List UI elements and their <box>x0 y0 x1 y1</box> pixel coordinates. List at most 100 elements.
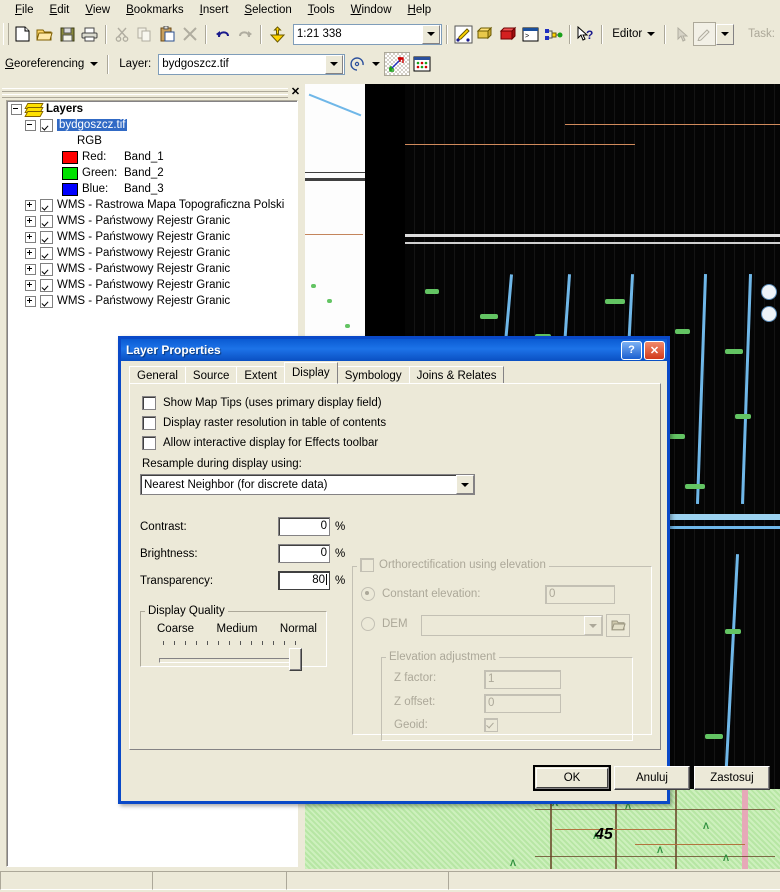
layer-visibility-checkbox[interactable] <box>40 214 53 228</box>
paste-icon[interactable] <box>156 23 179 45</box>
tree-item-bydgoszcz[interactable]: bydgoszcz.tif <box>7 117 297 133</box>
chevron-down-icon[interactable] <box>647 32 656 36</box>
tree-item-label: WMS - Państwowy Rejestr Granic <box>57 231 231 243</box>
display-quality-slider-track[interactable] <box>159 658 301 663</box>
menu-item-bookmarks[interactable]: Bookmarks <box>118 1 192 19</box>
new-document-icon[interactable] <box>11 23 34 45</box>
view-link-table-icon[interactable] <box>410 53 434 75</box>
display-quality-slider-thumb[interactable] <box>289 648 302 671</box>
layer-visibility-checkbox[interactable] <box>40 246 53 260</box>
tab-symbology[interactable]: Symbology <box>336 366 410 384</box>
expander-icon[interactable] <box>25 247 36 259</box>
layer-visibility-checkbox[interactable] <box>40 118 53 132</box>
undo-icon[interactable] <box>211 23 234 45</box>
transparency-input[interactable]: 80 <box>278 571 330 590</box>
checkbox-allow-interactive-display[interactable]: Allow interactive display for Effects to… <box>142 436 522 450</box>
expander-icon[interactable] <box>11 103 22 115</box>
layer-visibility-checkbox[interactable] <box>40 262 53 276</box>
chevron-down-icon[interactable] <box>421 24 440 44</box>
map-highway <box>742 789 748 871</box>
editor-menu-button[interactable]: Editor <box>607 24 660 44</box>
chevron-down-icon[interactable] <box>325 54 344 74</box>
expander-icon[interactable] <box>25 199 36 211</box>
brightness-input[interactable]: 0 <box>278 544 330 563</box>
tab-general[interactable]: General <box>129 366 186 384</box>
layer-visibility-checkbox[interactable] <box>40 198 53 212</box>
layer-visibility-checkbox[interactable] <box>40 230 53 244</box>
chevron-down-icon[interactable] <box>456 475 474 494</box>
save-icon[interactable] <box>56 23 79 45</box>
checkbox-box[interactable] <box>142 396 156 410</box>
expander-icon[interactable] <box>25 263 36 275</box>
menu-item-view[interactable]: View <box>77 1 118 19</box>
checkbox-display-raster-resolution[interactable]: Display raster resolution in table of co… <box>142 416 522 430</box>
tab-display[interactable]: Display <box>283 362 338 384</box>
map-toolbar-icon[interactable] <box>475 23 498 45</box>
editor-toolbar-icon[interactable] <box>452 23 475 45</box>
tree-item-layers[interactable]: Layers <box>7 101 297 117</box>
layer-visibility-checkbox[interactable] <box>40 278 53 292</box>
resample-method-value[interactable]: Nearest Neighbor (for discrete data) <box>141 479 456 491</box>
checkbox-box[interactable] <box>142 416 156 430</box>
add-control-points-icon[interactable] <box>384 52 411 76</box>
map-nav-widget[interactable] <box>761 306 777 322</box>
map-scale-combo[interactable]: 1:21 338 <box>292 23 442 45</box>
apply-button[interactable]: Zastosuj <box>694 766 770 790</box>
ok-button[interactable]: OK <box>533 765 611 791</box>
menu-item-insert[interactable]: Insert <box>192 1 237 19</box>
close-icon[interactable]: ✕ <box>644 340 665 360</box>
map-contour <box>305 234 363 235</box>
layer-visibility-checkbox[interactable] <box>40 294 53 308</box>
expander-icon[interactable] <box>25 295 36 307</box>
tab-extent[interactable]: Extent <box>236 366 285 384</box>
menu-item-file[interactable]: File <box>7 1 42 19</box>
tree-item-wms-2[interactable]: WMS - Państwowy Rejestr Granic <box>7 229 297 245</box>
map-scale-value[interactable]: 1:21 338 <box>294 28 422 40</box>
print-icon[interactable] <box>79 23 102 45</box>
menu-item-edit[interactable]: Edit <box>42 1 78 19</box>
add-data-icon[interactable] <box>266 23 289 45</box>
map-contour <box>565 124 780 125</box>
checkbox-label: Display raster resolution in table of co… <box>163 417 387 429</box>
expander-icon[interactable] <box>25 279 36 291</box>
expander-icon[interactable] <box>25 119 36 131</box>
help-button[interactable]: ? <box>621 340 642 360</box>
toolbar-grip[interactable] <box>3 23 9 45</box>
tree-item-wms-4[interactable]: WMS - Państwowy Rejestr Granic <box>7 261 297 277</box>
map-nav-widget[interactable] <box>761 284 777 300</box>
menu-item-selection[interactable]: Selection <box>236 1 299 19</box>
cancel-button[interactable]: Anuluj <box>614 766 690 790</box>
georeferencing-menu-button[interactable]: Georeferencing <box>0 54 103 74</box>
chevron-down-icon[interactable] <box>90 62 99 66</box>
contrast-input[interactable]: 0 <box>278 517 330 536</box>
tree-item-wms-0[interactable]: WMS - Rastrowa Mapa Topograficzna Polski <box>7 197 297 213</box>
menu-item-tools[interactable]: Tools <box>300 1 343 19</box>
tab-source[interactable]: Source <box>184 366 238 384</box>
resample-method-combo[interactable]: Nearest Neighbor (for discrete data) <box>140 474 475 495</box>
menu-item-help[interactable]: Help <box>400 1 440 19</box>
dialog-title-bar[interactable]: Layer Properties ? ✕ <box>121 339 667 361</box>
rotate-dropdown-icon[interactable] <box>369 56 383 73</box>
menu-item-window[interactable]: Window <box>343 1 400 19</box>
tree-item-wms-1[interactable]: WMS - Państwowy Rejestr Granic <box>7 213 297 229</box>
tree-item-wms-3[interactable]: WMS - Państwowy Rejestr Granic <box>7 245 297 261</box>
expander-icon[interactable] <box>25 215 36 227</box>
layer-combo[interactable]: bydgoszcz.tif <box>158 53 346 75</box>
tree-item-wms-6[interactable]: WMS - Państwowy Rejestr Granic <box>7 293 297 309</box>
close-icon[interactable]: ✕ <box>288 85 303 100</box>
sketch-tool-dropdown-icon[interactable] <box>716 23 735 45</box>
model-builder-icon[interactable] <box>542 23 565 45</box>
rotate-icon[interactable] <box>345 53 369 75</box>
open-folder-icon[interactable] <box>33 23 56 45</box>
toolbox-icon[interactable] <box>497 23 520 45</box>
tab-joins-relates[interactable]: Joins & Relates <box>408 366 505 384</box>
band-row-blue: Blue: Band_3 <box>7 181 297 197</box>
toc-drag-handle[interactable] <box>2 86 299 98</box>
tree-item-wms-5[interactable]: WMS - Państwowy Rejestr Granic <box>7 277 297 293</box>
checkbox-box[interactable] <box>142 436 156 450</box>
checkbox-show-map-tips[interactable]: Show Map Tips (uses primary display fiel… <box>142 396 522 410</box>
whats-this-help-icon[interactable]: ? <box>575 23 598 45</box>
command-window-icon[interactable]: > <box>520 23 543 45</box>
layer-combo-value[interactable]: bydgoszcz.tif <box>159 58 325 70</box>
expander-icon[interactable] <box>25 231 36 243</box>
